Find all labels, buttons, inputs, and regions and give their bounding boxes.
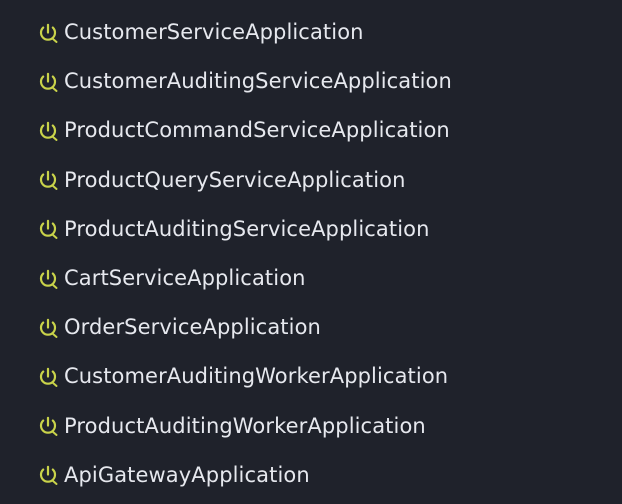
power-icon <box>36 365 60 389</box>
run-config-label: ProductAuditingWorkerApplication <box>64 413 426 438</box>
power-icon <box>36 168 60 192</box>
power-icon <box>36 267 60 291</box>
run-config-label: ApiGatewayApplication <box>64 462 310 487</box>
run-config-item[interactable]: CustomerAuditingWorkerApplication <box>0 352 622 401</box>
power-icon <box>36 316 60 340</box>
run-config-item[interactable]: ProductAuditingWorkerApplication <box>0 402 622 451</box>
run-config-item[interactable]: ApiGatewayApplication <box>0 451 622 500</box>
run-config-item[interactable]: ProductCommandServiceApplication <box>0 106 622 155</box>
run-config-label: OrderServiceApplication <box>64 315 321 340</box>
run-config-label: CustomerAuditingServiceApplication <box>64 69 452 94</box>
run-config-label: CustomerServiceApplication <box>64 20 364 45</box>
run-config-label: ProductAuditingServiceApplication <box>64 216 430 241</box>
run-config-label: ProductQueryServiceApplication <box>64 167 406 192</box>
run-config-item[interactable]: OrderServiceApplication <box>0 303 622 352</box>
run-configurations-list: CustomerServiceApplication CustomerAudit… <box>0 8 622 500</box>
power-icon <box>36 463 60 487</box>
run-config-item[interactable]: ProductAuditingServiceApplication <box>0 205 622 254</box>
run-config-item[interactable]: CartServiceApplication <box>0 254 622 303</box>
run-config-label: CartServiceApplication <box>64 266 306 291</box>
run-config-item[interactable]: CustomerServiceApplication <box>0 8 622 57</box>
run-config-label: CustomerAuditingWorkerApplication <box>64 364 449 389</box>
run-config-label: ProductCommandServiceApplication <box>64 118 450 143</box>
power-icon <box>36 70 60 94</box>
power-icon <box>36 21 60 45</box>
power-icon <box>36 217 60 241</box>
run-config-item[interactable]: CustomerAuditingServiceApplication <box>0 57 622 106</box>
run-config-item[interactable]: ProductQueryServiceApplication <box>0 156 622 205</box>
power-icon <box>36 119 60 143</box>
power-icon <box>36 414 60 438</box>
